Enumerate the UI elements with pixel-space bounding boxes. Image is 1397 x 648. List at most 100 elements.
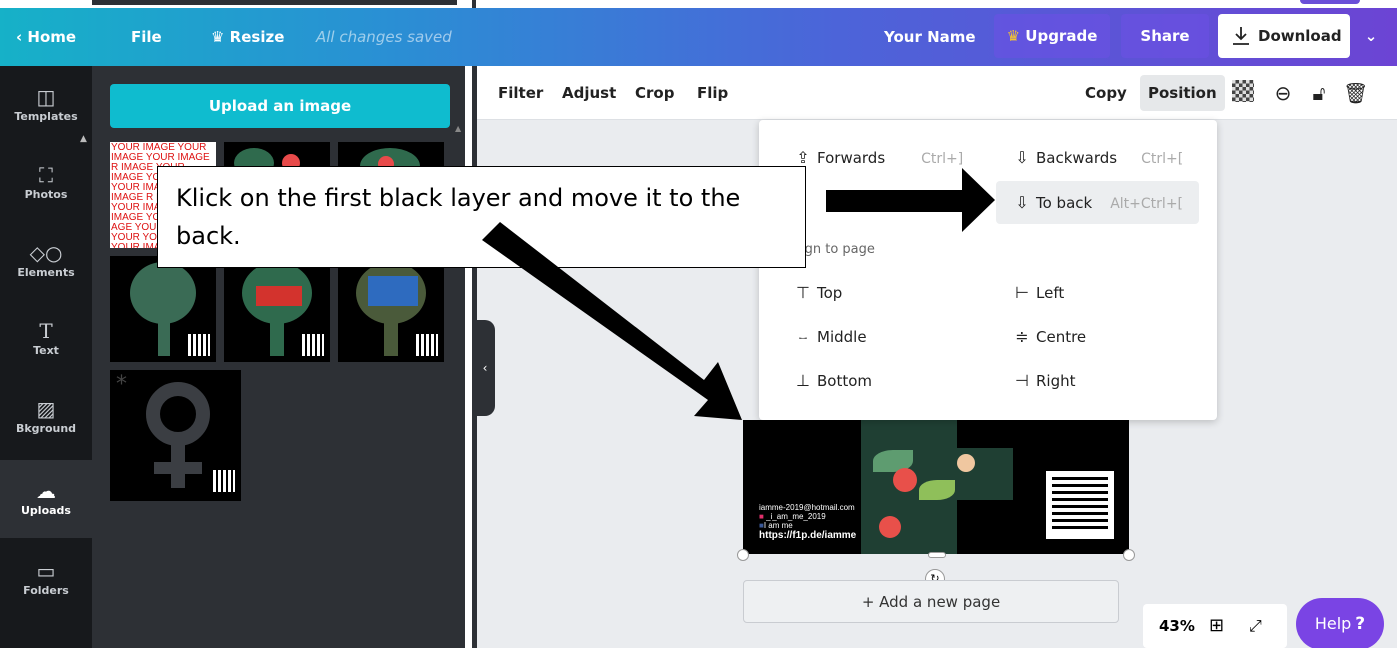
zoom-controls: 43% ⊞ ⤢ [1143, 604, 1287, 648]
uploads-icon: ☁ [36, 479, 56, 503]
add-page-button[interactable]: + Add a new page [743, 580, 1119, 623]
forwards-option[interactable]: ⇪ Forwards Ctrl+] [789, 138, 963, 178]
backwards-icon: ⇩ [1015, 148, 1029, 167]
templates-icon: ◫ [36, 85, 56, 109]
rail-item-text[interactable]: T Text [0, 300, 92, 378]
folders-icon: ▭ [36, 559, 56, 583]
to-back-option[interactable]: ⇩ To back Alt+Ctrl+[ [996, 181, 1199, 224]
background-icon: ▨ [36, 397, 56, 421]
upload-thumbnail-sticker-3[interactable] [338, 256, 444, 362]
design-name[interactable]: Your Name [884, 8, 976, 66]
transparency-icon[interactable] [1232, 80, 1254, 102]
top-strip-divider [472, 0, 476, 8]
align-top-icon: ⊤ [796, 283, 810, 302]
save-status: All changes saved [316, 28, 452, 46]
lock-icon[interactable]: 🔓︎ [1307, 81, 1331, 105]
fullscreen-icon[interactable]: ⤢ [1249, 604, 1262, 648]
contact-instagram: ■ _i_am_me_2019 [759, 512, 856, 521]
editor-toolbar: Filter Adjust Crop Flip Copy Position ⊖ … [477, 66, 1397, 120]
text-icon: T [39, 319, 53, 343]
leaf-shape [919, 480, 955, 500]
collapse-panel-button[interactable]: ‹ [475, 320, 495, 416]
resize-handle[interactable] [737, 549, 749, 561]
forwards-label: Forwards [817, 149, 886, 167]
filter-button[interactable]: Filter [498, 66, 543, 120]
flip-button[interactable]: Flip [697, 66, 728, 120]
rail-item-background[interactable]: ▨ Bkground [0, 378, 92, 456]
align-right-label: Right [1036, 372, 1076, 390]
share-button[interactable]: Share [1121, 14, 1209, 58]
top-strip-dark [92, 0, 457, 5]
resize-button[interactable]: ♛ Resize [211, 8, 284, 66]
align-middle-label: Middle [817, 328, 867, 346]
contact-email: iamme-2019@hotmail.com [759, 503, 855, 512]
flower-shape [957, 454, 975, 472]
qr-code [302, 334, 324, 356]
qr-code [416, 334, 438, 356]
facebook-name: I am me [763, 521, 793, 530]
instagram-handle: _i_am_me_2019 [766, 512, 826, 521]
rail-label: Text [33, 344, 59, 357]
crown-icon: ♛ [211, 28, 230, 46]
venus-stem [158, 322, 170, 356]
align-left-option[interactable]: ⊢ Left [1008, 273, 1064, 313]
download-button[interactable]: Download [1218, 14, 1350, 58]
home-button[interactable]: ‹ Home [16, 8, 76, 66]
rail-label: Uploads [21, 504, 71, 517]
upload-thumbnail-sticker-2[interactable] [224, 256, 330, 362]
download-icon [1233, 27, 1249, 45]
grid-view-icon[interactable]: ⊞ [1209, 604, 1224, 648]
align-bottom-icon: ⊥ [796, 371, 810, 390]
instruction-callout: Klick on the first black layer and move … [157, 166, 806, 268]
rail-item-templates[interactable]: ◫ Templates [0, 66, 92, 144]
adjust-button[interactable]: Adjust [562, 66, 616, 120]
rail-item-elements[interactable]: ◇○ Elements [0, 222, 92, 300]
align-right-icon: ⊣ [1015, 371, 1029, 390]
design-page[interactable]: iamme-2019@hotmail.com ■ _i_am_me_2019 ■… [743, 420, 1129, 554]
home-label: Home [27, 28, 77, 46]
trash-icon[interactable]: 🗑︎ [1343, 81, 1368, 105]
backwards-option[interactable]: ⇩ Backwards Ctrl+[ [1008, 138, 1183, 178]
rail-item-uploads[interactable]: ☁ Uploads [0, 460, 92, 538]
upload-thumbnail-venus-black[interactable]: * [110, 370, 241, 501]
upgrade-button[interactable]: ♛ Upgrade [994, 14, 1110, 58]
to-back-shortcut: Alt+Ctrl+[ [1110, 196, 1184, 212]
venus-circle [130, 262, 196, 324]
venus-stem [384, 322, 398, 356]
venus-circle [146, 382, 210, 446]
align-centre-icon: ≑ [1015, 327, 1029, 346]
align-bottom-label: Bottom [817, 372, 873, 390]
link-icon[interactable]: ⊖ [1271, 81, 1295, 105]
qr-code [1046, 471, 1114, 539]
align-middle-option[interactable]: ⧿ Middle [789, 317, 867, 357]
qr-code [188, 334, 210, 356]
help-button[interactable]: Help? [1296, 598, 1384, 648]
copy-button[interactable]: Copy [1085, 66, 1127, 120]
uploads-panel: Upload an image ▲ YOUR IMAGE YOUR IMAGE … [92, 66, 465, 648]
qr-code [213, 470, 235, 492]
rail-label: Bkground [15, 422, 77, 435]
top-header: ‹ Home File ♛ Resize All changes saved Y… [0, 8, 1397, 66]
scroll-up-icon: ▲ [455, 124, 462, 133]
rail-item-folders[interactable]: ▭ Folders [0, 540, 92, 618]
align-heading: ign to page [801, 242, 875, 257]
align-right-option[interactable]: ⊣ Right [1008, 361, 1076, 401]
align-left-icon: ⊢ [1015, 283, 1029, 302]
align-centre-option[interactable]: ≑ Centre [1008, 317, 1086, 357]
position-dropdown: ⇪ Forwards Ctrl+] ⇩ Backwards Ctrl+[ ⇩ To bac… [759, 120, 1217, 420]
position-button[interactable]: Position [1140, 75, 1225, 111]
align-centre-label: Centre [1036, 328, 1087, 346]
resize-handle[interactable] [928, 552, 946, 558]
upload-image-button[interactable]: Upload an image [110, 84, 450, 128]
align-top-option[interactable]: ⊤ Top [789, 273, 842, 313]
chevron-down-icon[interactable]: ⌄ [1354, 14, 1388, 58]
resize-handle[interactable] [1123, 549, 1135, 561]
top-strip [0, 0, 1397, 8]
upload-thumbnail-sticker-1[interactable] [110, 256, 216, 362]
align-bottom-option[interactable]: ⊥ Bottom [789, 361, 872, 401]
rail-item-photos[interactable]: ⛶ Photos [0, 144, 92, 222]
file-menu[interactable]: File [131, 8, 162, 66]
crop-button[interactable]: Crop [635, 66, 674, 120]
rail-label: Elements [17, 266, 75, 279]
zoom-level[interactable]: 43% [1159, 604, 1195, 648]
